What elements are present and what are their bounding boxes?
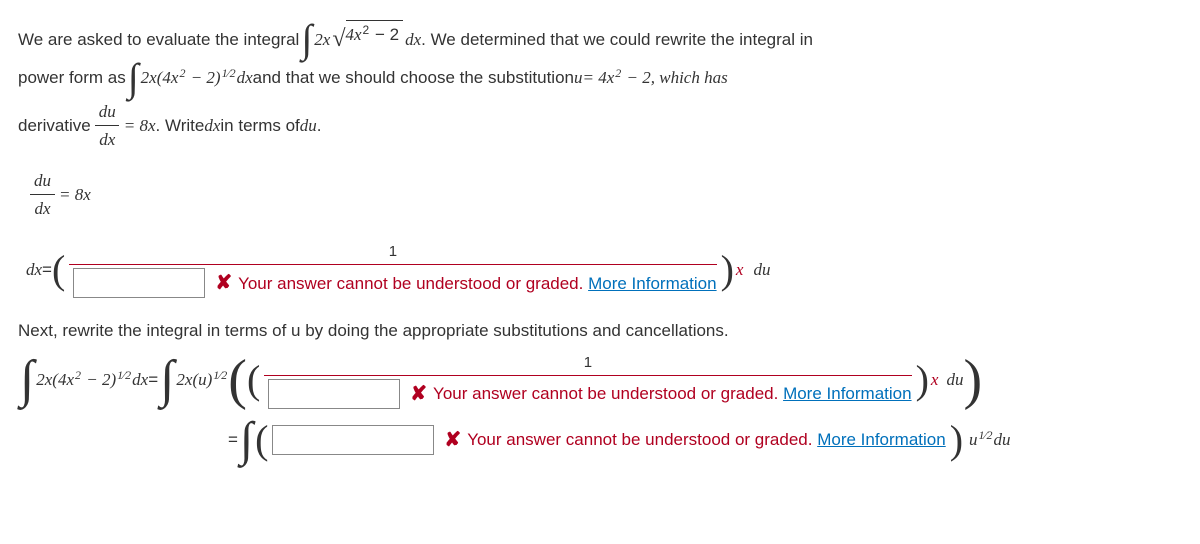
x-outside: x <box>931 366 939 393</box>
m: 2x(4x2 − 2)1⁄2 <box>141 64 237 91</box>
more-info-link[interactable]: More Information <box>783 380 912 407</box>
fraction: du dx <box>95 98 120 153</box>
fraction: du dx <box>30 167 55 222</box>
wrong-icon: ✘ <box>410 378 427 410</box>
eq: = <box>148 366 158 393</box>
error-fraction-2: 1 ✘ Your answer cannot be understood or … <box>264 351 911 410</box>
power-form-line: power form as ∫ 2x(4x2 − 2)1⁄2 dx and th… <box>18 64 1182 91</box>
m: 2x <box>314 26 330 53</box>
wrong-icon: ✘ <box>215 267 232 299</box>
du: du <box>946 366 963 393</box>
u-half-du: u1⁄2du <box>969 426 1011 453</box>
m: = 4x2 − 2, which has <box>582 64 727 91</box>
sqrt: √ 4x2 − 2 <box>332 20 403 58</box>
eq: = <box>228 426 238 453</box>
answer-row-1: dx = ( 1 ✘ Your answer cannot be underst… <box>26 240 1182 299</box>
next-line: Next, rewrite the integral in terms of u… <box>18 317 1182 344</box>
error-message: Your answer cannot be understood or grad… <box>467 426 812 453</box>
answer-input-2[interactable] <box>268 379 400 409</box>
more-info-link[interactable]: More Information <box>817 426 946 453</box>
wrong-icon: ✘ <box>444 424 461 456</box>
text: . Write <box>156 112 205 139</box>
sqrt-icon: √ <box>332 20 345 58</box>
u: u <box>574 64 583 91</box>
answer-row-2: ∫ 2x(4x2 − 2)1⁄2dx = ∫ 2x(u)1⁄2 ( ( 1 ✘ … <box>18 351 1182 410</box>
text: . We determined that we could rewrite th… <box>421 26 813 53</box>
rhs: 2x(u)1⁄2 <box>176 366 228 393</box>
derivative-line: derivative du dx = 8x . Write dx in term… <box>18 98 1182 153</box>
answer-input-1[interactable] <box>73 268 205 298</box>
text: We are asked to evaluate the integral <box>18 26 299 53</box>
m: = 8x <box>124 112 156 139</box>
intro-line-1: We are asked to evaluate the integral ∫ … <box>18 20 1182 58</box>
dx: dx <box>405 26 421 53</box>
dx-i: dx <box>204 112 220 139</box>
m: = 8x <box>59 181 91 208</box>
more-info-link[interactable]: More Information <box>588 270 717 297</box>
lhs: dx <box>26 256 42 283</box>
text: in terms of <box>220 112 299 139</box>
du-i: du <box>300 112 317 139</box>
error-message: Your answer cannot be understood or grad… <box>433 380 778 407</box>
du: du <box>753 256 770 283</box>
eq-dudx: du dx = 8x <box>26 167 1182 222</box>
dx: dx <box>237 64 253 91</box>
x-outside: x <box>736 256 744 283</box>
error-fraction: 1 ✘ Your answer cannot be understood or … <box>69 240 716 299</box>
error-message: Your answer cannot be understood or grad… <box>238 270 583 297</box>
answer-row-3: = ∫ ( ✘ Your answer cannot be understood… <box>228 424 1182 456</box>
text: . <box>317 112 322 139</box>
answer-input-3[interactable] <box>272 425 434 455</box>
text: and that we should choose the substituti… <box>253 64 574 91</box>
eq: = <box>42 256 52 283</box>
lhs: 2x(4x2 − 2)1⁄2dx <box>36 366 148 393</box>
text: derivative <box>18 112 91 139</box>
text: power form as <box>18 64 126 91</box>
